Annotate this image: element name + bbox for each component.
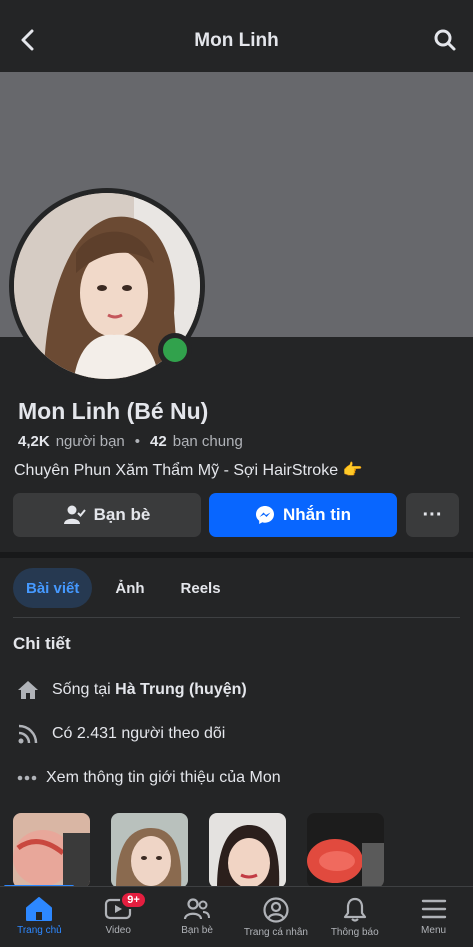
details-heading: Chi tiết xyxy=(13,634,71,653)
top-bar: Mon Linh xyxy=(0,0,473,72)
nav-notifications-label: Thông báo xyxy=(330,927,379,938)
tab-photos[interactable]: Ảnh xyxy=(102,568,157,608)
search-button[interactable] xyxy=(431,26,459,54)
profile-icon xyxy=(263,897,289,923)
photo-thumbnail[interactable] xyxy=(111,813,188,888)
featured-photos xyxy=(13,813,384,888)
friends-button[interactable]: Bạn bè xyxy=(13,493,201,537)
rss-icon xyxy=(16,722,40,746)
message-button[interactable]: Nhắn tin xyxy=(209,493,397,537)
detail-lives-in[interactable]: Sống tại Hà Trung (huyện) xyxy=(16,678,247,702)
video-badge: 9+ xyxy=(120,891,147,909)
search-icon xyxy=(434,29,456,51)
friends-count: 4,2K xyxy=(18,433,50,450)
friend-check-icon xyxy=(63,505,86,524)
bell-icon xyxy=(343,897,366,922)
tab-posts[interactable]: Bài viết xyxy=(13,568,93,608)
detail-followers[interactable]: Có 2.431 người theo dõi xyxy=(16,722,225,746)
photo-thumbnail[interactable] xyxy=(209,813,286,888)
nav-home-label: Trang chủ xyxy=(17,925,62,936)
friend-stats[interactable]: 4,2K người bạn • 42 bạn chung xyxy=(18,433,243,450)
nav-menu-label: Menu xyxy=(421,925,447,936)
bottom-navigation: Trang chủ 9+ Video Bạn bè Trang cá nhân … xyxy=(0,886,473,947)
ellipsis-icon xyxy=(16,766,38,790)
photo-thumbnail[interactable] xyxy=(307,813,384,888)
page-title: Mon Linh xyxy=(194,30,279,51)
more-options-button[interactable]: ··· xyxy=(406,493,459,537)
nav-friends-label: Bạn bè xyxy=(181,925,213,936)
profile-tabs: Bài viết Ảnh Reels xyxy=(13,568,234,608)
photo-thumbnail[interactable] xyxy=(13,813,90,888)
profile-bio: Chuyên Phun Xăm Thẩm Mỹ - Sợi HairStroke… xyxy=(14,462,363,479)
section-divider xyxy=(0,552,473,558)
nav-video-label: Video xyxy=(105,925,131,936)
friends-label: người bạn xyxy=(55,433,125,450)
lives-place[interactable]: Hà Trung (huyện) xyxy=(115,681,247,698)
stats-separator: • xyxy=(134,433,141,450)
nav-notifications[interactable]: Thông báo xyxy=(315,887,394,947)
messenger-icon xyxy=(256,506,274,524)
home-detail-icon xyxy=(16,678,40,702)
nav-profile-label: Trang cá nhân xyxy=(243,927,308,938)
nav-video[interactable]: 9+ Video xyxy=(79,887,158,947)
detail-about[interactable]: Xem thông tin giới thiệu của Mon xyxy=(16,766,281,790)
menu-icon xyxy=(421,899,446,919)
profile-name: Mon Linh (Bé Nu) xyxy=(18,398,209,424)
more-icon: ··· xyxy=(422,503,443,526)
nav-friends[interactable]: Bạn bè xyxy=(158,887,237,947)
nav-profile[interactable]: Trang cá nhân xyxy=(236,887,315,947)
about-link: Xem thông tin giới thiệu của Mon xyxy=(46,769,281,786)
lives-prefix: Sống tại xyxy=(52,681,116,698)
nav-menu[interactable]: Menu xyxy=(394,887,473,947)
mutual-label: bạn chung xyxy=(172,433,243,450)
friends-button-label: Bạn bè xyxy=(93,505,151,524)
nav-home[interactable]: Trang chủ xyxy=(0,887,79,947)
mutual-count: 42 xyxy=(150,433,167,450)
tab-reels[interactable]: Reels xyxy=(168,568,234,608)
followers-text: Có 2.431 người theo dõi xyxy=(52,725,226,742)
friends-icon xyxy=(183,898,211,920)
divider xyxy=(13,617,460,618)
online-status-indicator xyxy=(158,333,192,367)
home-icon xyxy=(26,897,53,921)
message-button-label: Nhắn tin xyxy=(283,505,351,524)
